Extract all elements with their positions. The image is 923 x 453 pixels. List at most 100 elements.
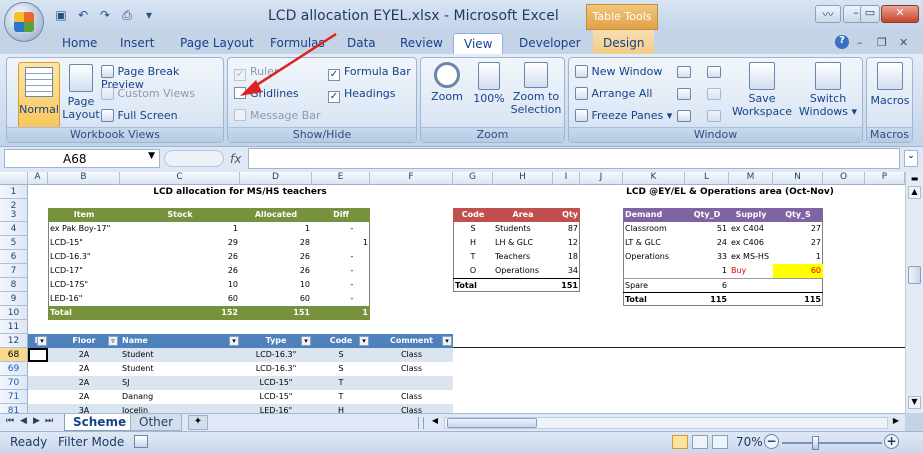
doc-restore-icon[interactable]: ❐ [877, 36, 887, 49]
table-cell[interactable]: H [312, 404, 370, 413]
table-header[interactable]: Qty_S [773, 208, 823, 222]
table-cell[interactable] [623, 264, 685, 278]
table-cell[interactable]: LCD-17S" [48, 278, 120, 292]
table-cell[interactable]: 1 [120, 222, 240, 236]
row-header[interactable]: 7 [0, 264, 28, 278]
prev-sheet-icon[interactable]: ◀ [20, 416, 27, 426]
table-cell[interactable]: - [312, 292, 370, 306]
table-cell[interactable]: 6 [685, 278, 729, 292]
table-cell[interactable]: Teachers [493, 250, 553, 264]
filter-active-icon[interactable]: ▿ [108, 336, 118, 346]
table-cell[interactable]: - [312, 222, 370, 236]
table-cell[interactable]: ex C404 [729, 222, 773, 236]
sheet-tab-other[interactable]: Other [130, 414, 183, 431]
zoom-out-icon[interactable]: − [764, 434, 779, 449]
redo-icon[interactable]: ↷ [96, 8, 114, 22]
table-cell[interactable]: 60 [240, 292, 312, 306]
table-cell[interactable]: 1 [312, 236, 370, 250]
table-cell[interactable]: 1 [240, 222, 312, 236]
filter-header[interactable]: Comment [370, 334, 453, 348]
table-cell[interactable]: ex C406 [729, 236, 773, 250]
table-total[interactable] [729, 292, 773, 306]
active-cell[interactable] [28, 348, 48, 362]
table-cell[interactable]: 10 [240, 278, 312, 292]
normal-view-status-icon[interactable] [672, 435, 688, 449]
help-icon[interactable]: ? [835, 35, 849, 49]
maximize-button[interactable]: ▭ [860, 5, 880, 23]
insert-function-icon[interactable]: fx [230, 152, 241, 166]
tab-insert[interactable]: Insert [120, 36, 154, 50]
full-screen-button[interactable]: Full Screen [101, 109, 178, 122]
formula-input[interactable] [248, 148, 900, 169]
col-header[interactable]: B [48, 172, 120, 185]
custom-views-button[interactable]: Custom Views [101, 87, 195, 100]
save-icon[interactable]: ▣ [52, 8, 70, 22]
tab-design[interactable]: Design [593, 30, 655, 54]
table-cell[interactable]: LCD-15" [240, 390, 312, 404]
table-header[interactable]: Item [48, 208, 120, 222]
horizontal-scrollbar[interactable] [444, 417, 888, 429]
table-cell[interactable]: 3A [48, 404, 120, 413]
table-cell[interactable]: 60 [773, 264, 823, 278]
page-break-status-icon[interactable] [712, 435, 728, 449]
row-header[interactable]: 11 [0, 320, 28, 334]
filter-header[interactable]: Name [120, 334, 240, 348]
col-header[interactable]: D [240, 172, 312, 185]
table-cell[interactable]: 24 [685, 236, 729, 250]
table-cell[interactable] [773, 278, 823, 292]
close-button[interactable]: ✕ [881, 5, 919, 23]
arrange-all-button[interactable]: Arrange All [575, 87, 652, 100]
worksheet-grid[interactable]: A B C D E F G H I J K L M N O P 1 2 3 4 … [0, 172, 905, 413]
table-cell[interactable]: Student [120, 362, 240, 376]
table-cell[interactable] [28, 376, 48, 390]
zoom-slider-track[interactable] [782, 442, 882, 444]
office-button[interactable] [4, 2, 44, 42]
table-cell[interactable]: 26 [120, 264, 240, 278]
col-header[interactable]: O [823, 172, 865, 185]
col-header[interactable]: F [370, 172, 453, 185]
table-cell[interactable]: LED-16" [240, 404, 312, 413]
table-cell[interactable]: 12 [553, 236, 580, 250]
zoom-in-icon[interactable]: + [884, 434, 899, 449]
col-header[interactable]: E [312, 172, 370, 185]
row-header[interactable]: 81 [0, 404, 28, 413]
table-cell[interactable]: 2A [48, 362, 120, 376]
doc-minimize-icon[interactable]: – [857, 36, 863, 49]
table-cell[interactable]: LCD-15" [48, 236, 120, 250]
sheet-tab-scheme[interactable]: Scheme [64, 414, 136, 431]
view-side-by-side-icon[interactable] [707, 66, 721, 78]
filter-dropdown-icon[interactable]: ▾ [229, 336, 239, 346]
col-header[interactable]: K [623, 172, 685, 185]
table-header[interactable]: Diff [312, 208, 370, 222]
table-header[interactable]: Qty_D [685, 208, 729, 222]
row-header[interactable]: 71 [0, 390, 28, 404]
col-header[interactable]: I [553, 172, 580, 185]
filter-dropdown-icon[interactable]: ▾ [442, 336, 452, 346]
table-cell[interactable]: 34 [553, 264, 580, 278]
table-cell[interactable]: LED-16" [48, 292, 120, 306]
page-layout-view-button[interactable]: Page Layout [61, 64, 101, 121]
table-cell[interactable]: - [312, 250, 370, 264]
col-header[interactable]: H [493, 172, 553, 185]
table-cell[interactable]: 51 [685, 222, 729, 236]
row-header[interactable]: 68 [0, 348, 28, 362]
table-cell[interactable]: 2A [48, 390, 120, 404]
expand-formula-bar-icon[interactable]: ⌄ [904, 150, 918, 167]
table-header[interactable]: Stock [120, 208, 240, 222]
table-cell[interactable] [370, 376, 453, 390]
table-cell[interactable]: Operations [493, 264, 553, 278]
table-total[interactable]: 151 [240, 306, 312, 320]
table-cell[interactable]: 1 [773, 250, 823, 264]
table-cell[interactable]: ex MS-HS [729, 250, 773, 264]
row-header[interactable]: 4 [0, 222, 28, 236]
table-total[interactable]: Total [453, 278, 493, 292]
reset-position-icon[interactable] [707, 110, 721, 122]
table-cell[interactable]: LCD-16.3" [240, 362, 312, 376]
table-cell[interactable]: SJ [120, 376, 240, 390]
split-icon[interactable] [677, 66, 691, 78]
table-cell[interactable]: Class [370, 404, 453, 413]
table-cell[interactable]: Student [120, 348, 240, 362]
col-header[interactable]: N [773, 172, 823, 185]
table-header[interactable]: Code [453, 208, 493, 222]
table-cell[interactable]: - [312, 278, 370, 292]
